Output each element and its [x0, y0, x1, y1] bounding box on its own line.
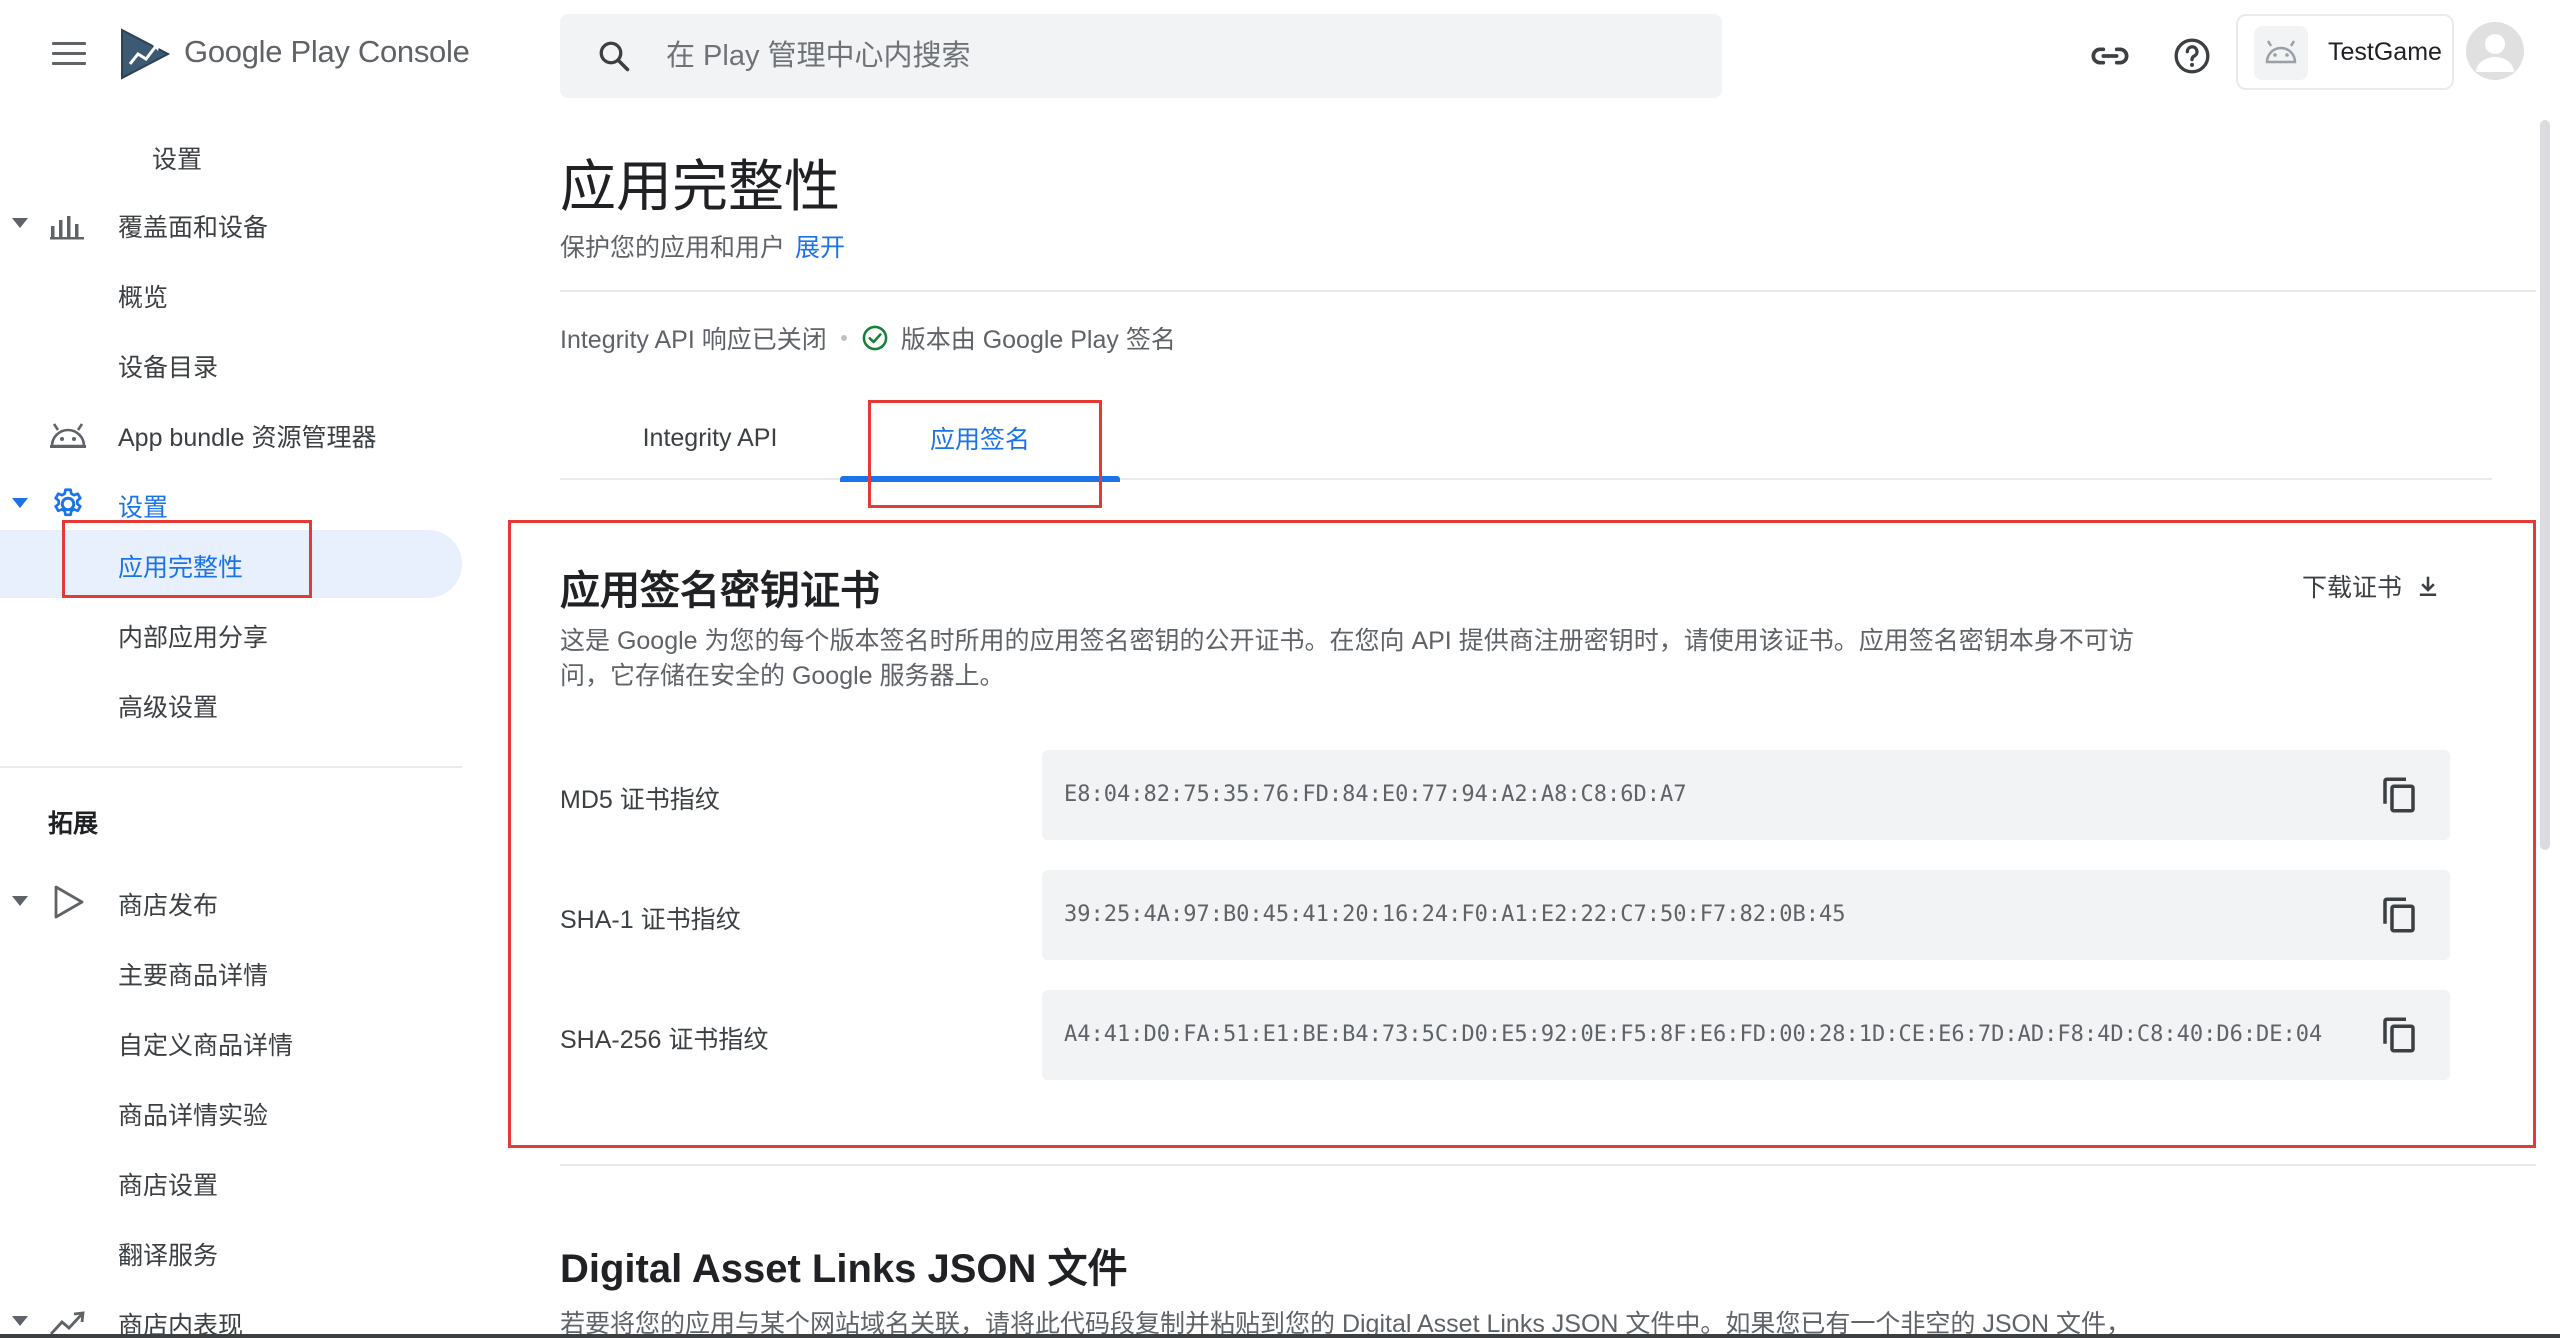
help-icon[interactable]	[2172, 36, 2212, 76]
sidebar-item-label: 覆盖面和设备	[118, 214, 269, 242]
android-icon	[50, 423, 86, 448]
app-selector[interactable]: TestGame	[2236, 14, 2454, 90]
page-subtitle: 保护您的应用和用户 展开	[560, 228, 845, 264]
sidebar-divider	[0, 766, 462, 768]
sidebar-item-label: 商店设置	[118, 1172, 219, 1200]
page-title: 应用完整性	[560, 155, 840, 218]
bar-chart-icon	[50, 216, 84, 240]
check-circle-icon	[862, 325, 888, 351]
app-name: TestGame	[2328, 38, 2442, 66]
tab-integrity-api[interactable]: Integrity API	[580, 396, 840, 480]
md5-value[interactable]: E8:04:82:75:35:76:FD:84:E0:77:94:A2:A8:C…	[1064, 782, 1687, 807]
sidebar-item-app-bundle-explorer[interactable]: App bundle 资源管理器	[0, 400, 462, 468]
sidebar-item-settings-top[interactable]: 设置	[0, 122, 462, 190]
copy-icon[interactable]	[2378, 774, 2420, 816]
sha256-value[interactable]: A4:41:D0:FA:51:E1:BE:B4:73:5C:D0:E5:92:0…	[1064, 1022, 2322, 1047]
sidebar-nav: 设置 覆盖面和设备 概览 设备目录 App bundle 资源管理器 设置 应用…	[0, 112, 470, 1338]
download-certificate-button[interactable]: 下载证书	[2302, 568, 2442, 604]
sidebar-item-overview[interactable]: 概览	[0, 260, 462, 328]
divider	[560, 1164, 2536, 1166]
card-description: 这是 Google 为您的每个版本签名时所用的应用签名密钥的公开证书。在您向 A…	[560, 627, 2134, 690]
sha256-label: SHA-256 证书指纹	[560, 1026, 769, 1054]
md5-label: MD5 证书指纹	[560, 786, 720, 814]
link-icon[interactable]	[2090, 36, 2130, 76]
sidebar-item-settings[interactable]: 设置	[0, 470, 462, 538]
play-icon	[54, 885, 84, 919]
subtitle-text: 保护您的应用和用户	[560, 234, 786, 262]
sidebar-item-label: 主要商品详情	[118, 962, 269, 990]
sidebar-item-device-catalog[interactable]: 设备目录	[0, 330, 462, 398]
gear-icon	[54, 488, 82, 517]
sidebar-item-label: 设置	[152, 146, 203, 174]
tab-bar: Integrity API 应用签名	[560, 396, 2492, 482]
search-input[interactable]	[666, 36, 1666, 76]
window-bottom-edge	[0, 1334, 2560, 1338]
divider	[560, 290, 2536, 292]
trend-icon	[49, 1311, 85, 1335]
brand-name[interactable]: Google Play Console	[184, 34, 470, 70]
sidebar-item-label: 商店发布	[118, 892, 219, 920]
sha1-field: 39:25:4A:97:B0:45:41:20:16:24:F0:A1:E2:2…	[1042, 870, 2450, 960]
android-icon	[2265, 40, 2297, 64]
sidebar-item-store-settings[interactable]: 商店设置	[0, 1148, 462, 1216]
sidebar-item-label: 自定义商品详情	[118, 1032, 294, 1060]
sidebar-item-label: 应用完整性	[118, 554, 244, 582]
sidebar-item-store-listing-experiments[interactable]: 商品详情实验	[0, 1078, 462, 1146]
section-title-asset-links: Digital Asset Links JSON 文件	[560, 1247, 1128, 1291]
caret-down-icon[interactable]	[12, 1316, 28, 1326]
sidebar-item-custom-store-listings[interactable]: 自定义商品详情	[0, 1008, 462, 1076]
sidebar-item-label: 商品详情实验	[118, 1102, 269, 1130]
caret-down-icon[interactable]	[12, 218, 28, 228]
sha1-label: SHA-1 证书指纹	[560, 906, 741, 934]
account-icon[interactable]	[2466, 22, 2524, 80]
copy-icon[interactable]	[2378, 1014, 2420, 1056]
menu-icon[interactable]	[52, 42, 86, 66]
sidebar-item-label: 翻译服务	[118, 1242, 219, 1270]
sidebar-item-label: 内部应用分享	[118, 624, 269, 652]
sha1-value[interactable]: 39:25:4A:97:B0:45:41:20:16:24:F0:A1:E2:2…	[1064, 902, 1845, 927]
sidebar-item-advanced-settings[interactable]: 高级设置	[0, 670, 462, 738]
download-label: 下载证书	[2302, 574, 2403, 602]
separator-dot	[840, 335, 847, 341]
tab-app-signing[interactable]: 应用签名	[840, 396, 1120, 482]
app-icon	[2254, 26, 2308, 80]
card-title: 应用签名密钥证书	[560, 569, 880, 613]
expand-link[interactable]: 展开	[795, 234, 845, 262]
copy-icon[interactable]	[2378, 894, 2420, 936]
sidebar-item-store-performance[interactable]: 商店内表现	[0, 1288, 462, 1338]
caret-down-icon[interactable]	[12, 498, 28, 508]
status-line: Integrity API 响应已关闭 版本由 Google Play 签名	[560, 320, 1176, 356]
sidebar-item-reach-devices[interactable]: 覆盖面和设备	[0, 190, 462, 258]
top-app-bar: Google Play Console TestGame	[0, 0, 2560, 112]
section-description-asset-links: 若要将您的应用与某个网站域名关联，请将此代码段复制并粘贴到您的 Digital …	[560, 1310, 2131, 1338]
sidebar-item-translation-services[interactable]: 翻译服务	[0, 1218, 462, 1286]
search-icon[interactable]	[596, 38, 632, 74]
scrollbar-thumb[interactable]	[2540, 120, 2550, 850]
search-bar[interactable]	[560, 14, 1722, 98]
sidebar-item-main-store-listing[interactable]: 主要商品详情	[0, 938, 462, 1006]
sidebar-item-label: 高级设置	[118, 694, 219, 722]
sidebar-item-internal-app-sharing[interactable]: 内部应用分享	[0, 600, 462, 668]
sidebar-item-label: 设备目录	[118, 354, 219, 382]
caret-down-icon[interactable]	[12, 896, 28, 906]
sha256-field: A4:41:D0:FA:51:E1:BE:B4:73:5C:D0:E5:92:0…	[1042, 990, 2450, 1080]
md5-field: E8:04:82:75:35:76:FD:84:E0:77:94:A2:A8:C…	[1042, 750, 2450, 840]
sidebar-section-title: 拓展	[48, 810, 99, 838]
signing-status: 版本由 Google Play 签名	[900, 326, 1176, 354]
sidebar-item-label: 概览	[118, 284, 169, 312]
integrity-api-status: Integrity API 响应已关闭	[560, 326, 827, 354]
download-icon	[2419, 576, 2437, 597]
sidebar-item-label: 设置	[118, 494, 169, 522]
sidebar-item-label: App bundle 资源管理器	[118, 424, 377, 452]
sidebar-item-app-integrity[interactable]: 应用完整性	[0, 530, 462, 598]
sidebar-item-store-presence[interactable]: 商店发布	[0, 868, 462, 936]
play-console-logo[interactable]	[118, 26, 172, 82]
